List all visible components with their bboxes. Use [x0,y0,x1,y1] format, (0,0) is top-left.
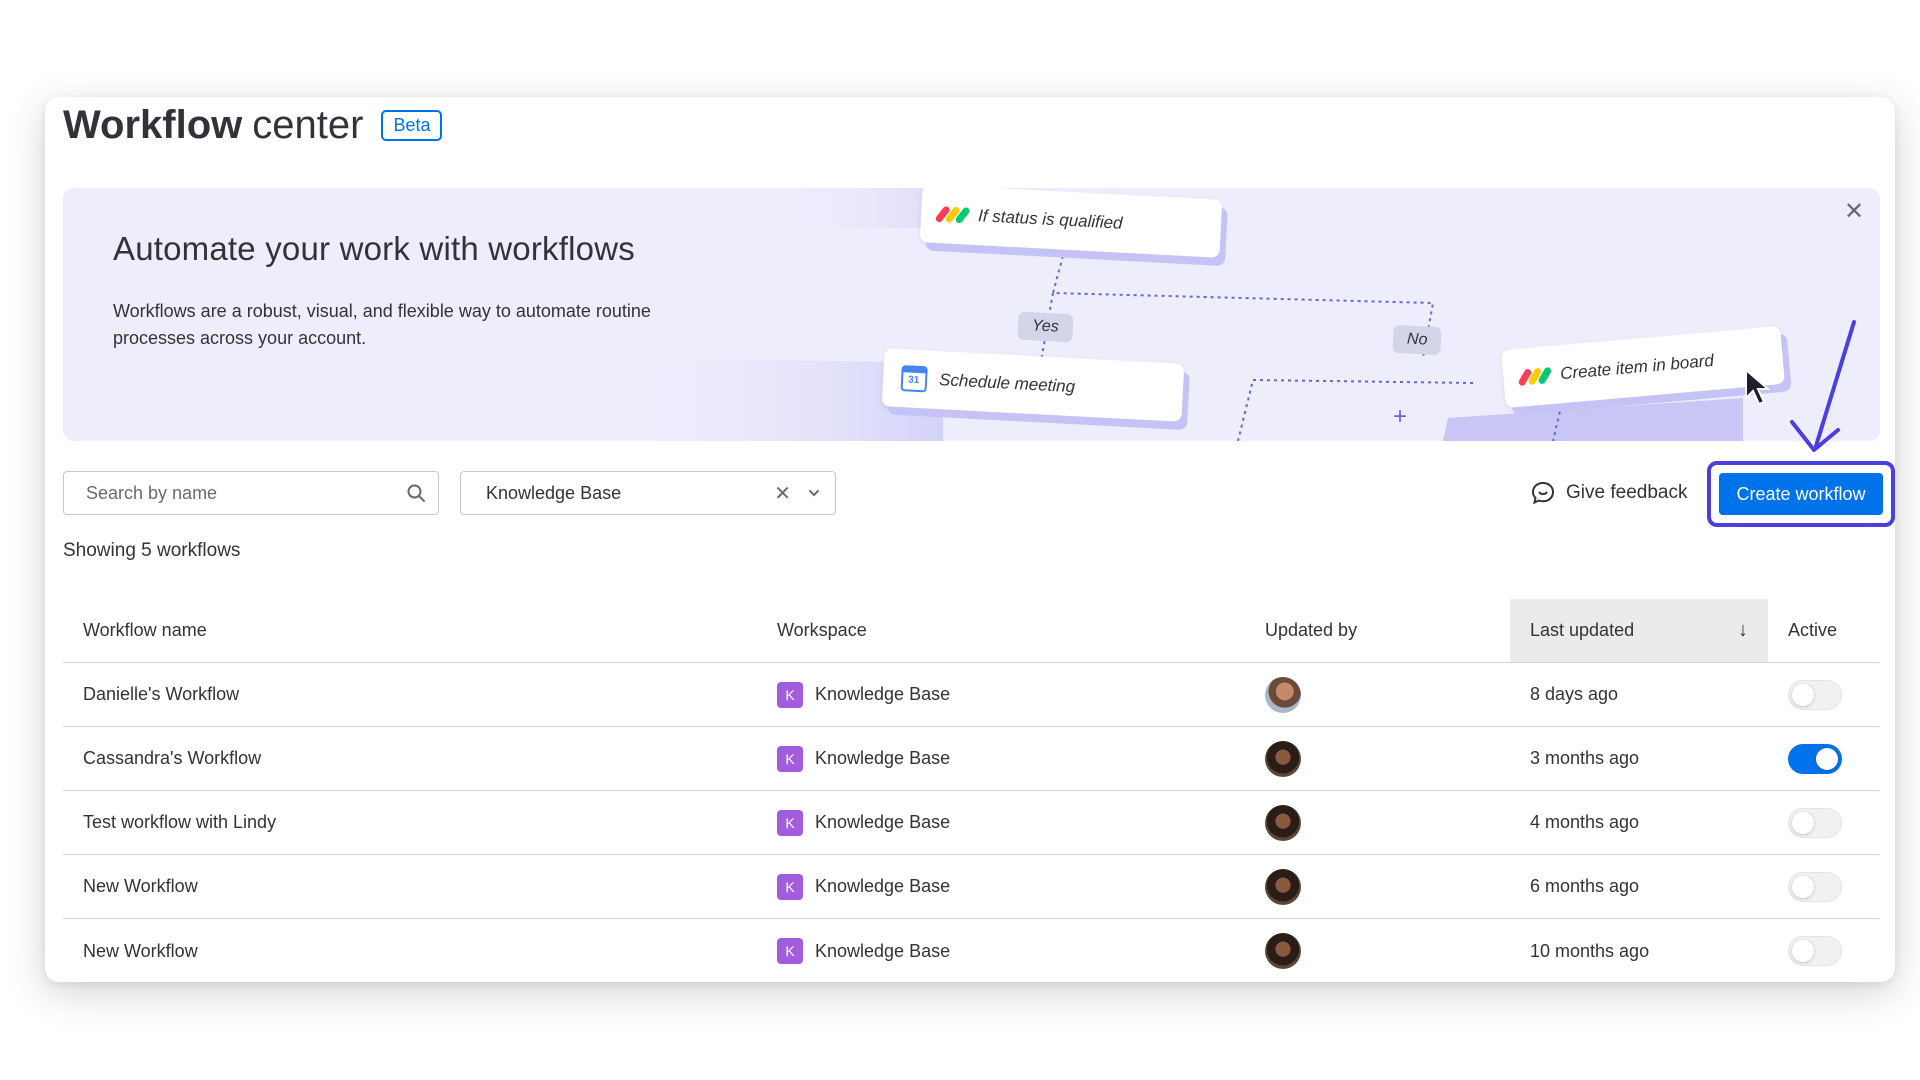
workspace-name: Knowledge Base [815,812,951,832]
workspace-badge: K [777,938,803,964]
monday-logo-icon [934,205,971,225]
workspace-cell: K Knowledge Base [777,938,1265,964]
col-header-last-updated[interactable]: Last updated ↓ [1510,599,1768,662]
search-field[interactable] [63,471,439,515]
mouse-cursor-icon [1745,368,1771,406]
workspace-name: Knowledge Base [815,876,951,896]
active-toggle[interactable] [1788,743,1842,774]
flow-trigger-label: If status is qualified [977,206,1124,233]
updated-by-cell [1265,868,1510,905]
workspace-name: Knowledge Base [815,940,951,961]
active-cell [1768,807,1880,838]
flow-yes-tag: Yes [1017,311,1074,343]
active-toggle[interactable] [1788,871,1842,902]
table-row[interactable]: Cassandra's Workflow K Knowledge Base 3 … [63,727,1880,791]
chevron-down-icon[interactable] [807,486,821,500]
flow-node-schedule: Schedule meeting [881,348,1185,422]
avatar[interactable] [1265,804,1301,841]
flow-node-create-item: Create item in board [1501,325,1785,409]
workflows-table: Workflow name Workspace Updated by Last … [63,599,1880,982]
last-updated-cell: 4 months ago [1530,812,1640,832]
last-updated-cell: 8 days ago [1530,684,1619,704]
workspace-badge: K [777,809,803,836]
sort-descending-icon[interactable]: ↓ [1738,619,1748,642]
table-row[interactable]: Test workflow with Lindy K Knowledge Bas… [63,791,1880,855]
table-row[interactable]: New Workflow K Knowledge Base 6 months a… [63,855,1880,919]
avatar[interactable] [1265,676,1301,713]
workspace-select[interactable]: Knowledge Base ✕ [460,471,836,515]
banner-description: Workflows are a robust, visual, and flex… [113,301,651,348]
page-title-strong: Workflow [63,103,243,147]
flow-action-yes-label: Schedule meeting [938,370,1076,397]
active-toggle[interactable] [1788,807,1842,838]
workspace-name: Knowledge Base [815,684,951,704]
search-input[interactable] [86,482,406,504]
create-workflow-highlight: Create workflow [1707,461,1895,527]
workflow-center-card: Workflow center Beta Automate your work … [45,97,1895,982]
workflow-count: Showing 5 workflows [63,540,241,561]
updated-by-cell [1265,676,1510,713]
flow-action-no-label: Create item in board [1559,350,1715,384]
col-header-updated-by[interactable]: Updated by [1265,620,1510,641]
table-header: Workflow name Workspace Updated by Last … [63,599,1880,663]
last-updated-cell: 6 months ago [1530,876,1640,896]
workspace-badge: K [777,745,803,772]
workflow-name[interactable]: New Workflow [63,876,777,897]
flow-add-step: + [1393,403,1408,430]
table-row[interactable]: Danielle's Workflow K Knowledge Base 8 d… [63,663,1880,727]
col-header-active[interactable]: Active [1768,620,1880,641]
beta-badge: Beta [381,110,443,141]
updated-by-cell [1265,933,1510,969]
workspace-cell: K Knowledge Base [777,745,1265,772]
active-cell [1768,743,1880,774]
col-header-workspace[interactable]: Workspace [777,620,1265,641]
active-cell [1768,871,1880,902]
workspace-select-value: Knowledge Base [486,482,622,503]
flow-no-tag: No [1392,324,1443,356]
active-cell [1768,936,1880,966]
updated-by-cell [1265,804,1510,841]
page-title: Workflow center Beta [63,103,443,148]
workflow-name[interactable]: New Workflow [63,941,777,962]
avatar[interactable] [1265,933,1301,969]
table-row[interactable]: New Workflow K Knowledge Base 10 months … [63,919,1880,982]
banner-title: Automate your work with workflows [113,230,635,267]
avatar[interactable] [1265,868,1301,905]
active-cell [1768,679,1880,710]
workflow-name[interactable]: Cassandra's Workflow [63,748,777,769]
active-toggle[interactable] [1788,679,1842,710]
col-header-last-updated-label: Last updated [1530,620,1635,640]
google-calendar-icon [900,365,928,393]
workspace-cell: K Knowledge Base [777,809,1265,836]
active-toggle[interactable] [1788,936,1842,966]
updated-by-cell [1265,740,1510,777]
last-updated-cell: 3 months ago [1530,748,1640,768]
flow-node-trigger: If status is qualified [919,188,1223,258]
feedback-chat-icon [1531,481,1555,505]
avatar[interactable] [1265,740,1301,777]
workspace-cell: K Knowledge Base [777,873,1265,900]
clear-icon[interactable]: ✕ [774,481,791,506]
monday-logo-icon-2 [1517,366,1553,387]
banner-close-button[interactable]: ✕ [1842,200,1866,224]
workspace-badge: K [777,681,803,708]
workspace-badge: K [777,873,803,900]
last-updated-cell: 10 months ago [1530,940,1650,961]
workflow-name[interactable]: Danielle's Workflow [63,684,777,705]
give-feedback-label: Give feedback [1566,482,1688,503]
workflow-name[interactable]: Test workflow with Lindy [63,812,777,833]
give-feedback-button[interactable]: Give feedback [1530,480,1687,506]
search-icon[interactable] [406,483,426,503]
create-workflow-button[interactable]: Create workflow [1719,473,1883,515]
workspace-cell: K Knowledge Base [777,681,1265,708]
col-header-name[interactable]: Workflow name [63,620,777,641]
intro-banner: Automate your work with workflows Workfl… [63,188,1880,441]
workspace-name: Knowledge Base [815,748,951,768]
page-title-light: center [252,103,364,147]
